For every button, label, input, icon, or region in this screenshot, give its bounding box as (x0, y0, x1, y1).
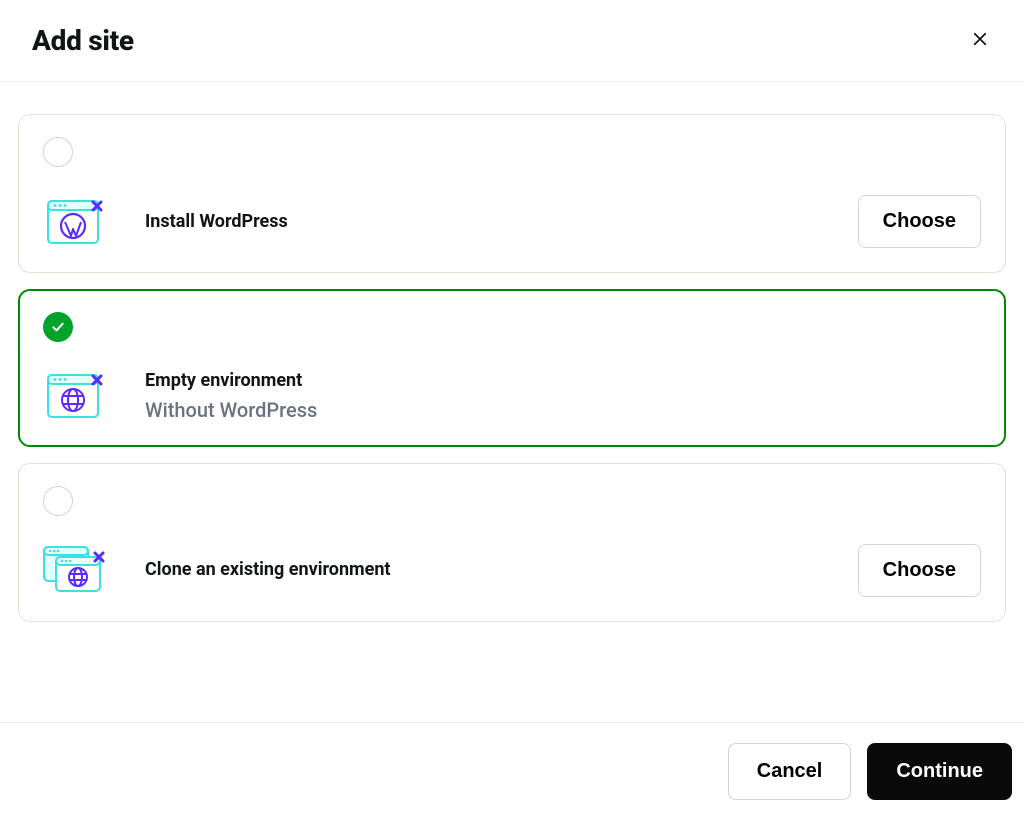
choose-button[interactable]: Choose (858, 195, 981, 248)
option-title: Install WordPress (145, 211, 288, 233)
option-title: Empty environment (145, 370, 317, 392)
globe-browser-icon (43, 374, 107, 418)
close-icon (971, 30, 989, 51)
radio-unchecked-icon[interactable] (43, 486, 73, 516)
choose-button[interactable]: Choose (858, 544, 981, 597)
option-subtitle: Without WordPress (145, 398, 317, 422)
add-site-dialog: Add site (0, 0, 1024, 818)
option-clone-environment[interactable]: Clone an existing environment Choose (18, 463, 1006, 622)
close-button[interactable] (964, 25, 996, 57)
option-install-wordpress[interactable]: Install WordPress Choose (18, 114, 1006, 273)
option-title: Clone an existing environment (145, 559, 391, 581)
radio-checked-icon[interactable] (43, 312, 73, 342)
radio-unchecked-icon[interactable] (43, 137, 73, 167)
clone-browser-icon (43, 546, 107, 594)
wordpress-browser-icon (43, 200, 107, 244)
continue-button[interactable]: Continue (867, 743, 1012, 800)
dialog-title: Add site (32, 24, 134, 57)
option-empty-environment[interactable]: Empty environment Without WordPress (18, 289, 1006, 447)
dialog-body: Install WordPress Choose (0, 82, 1024, 722)
dialog-header: Add site (0, 0, 1024, 82)
cancel-button[interactable]: Cancel (728, 743, 852, 800)
dialog-footer: Cancel Continue (0, 722, 1024, 818)
